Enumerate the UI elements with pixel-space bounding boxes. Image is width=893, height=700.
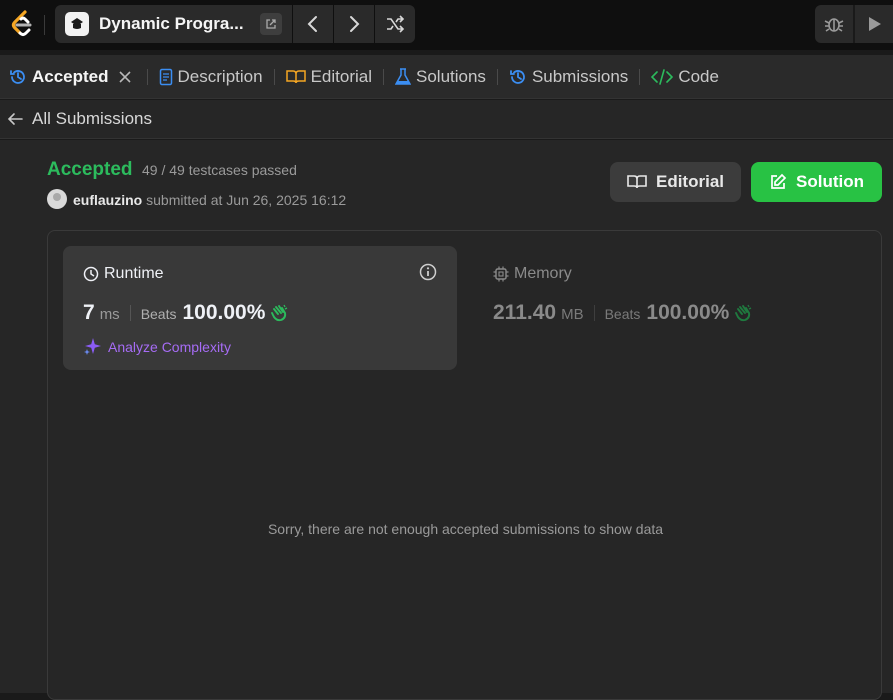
analyze-label: Analyze Complexity xyxy=(108,338,231,355)
divider xyxy=(146,68,148,85)
history-icon xyxy=(10,69,25,84)
submitted-at: submitted at Jun 26, 2025 16:12 xyxy=(146,192,347,208)
book-icon xyxy=(285,69,306,83)
tab-solutions[interactable]: Solutions xyxy=(395,55,486,99)
divider xyxy=(383,68,384,85)
runtime-panel[interactable]: Runtime 7 ms Beats 100.00% Analyze Compl… xyxy=(63,246,457,370)
tab-label: Editorial xyxy=(310,66,372,86)
testcases-passed: 49 / 49 testcases passed xyxy=(142,162,297,178)
divider xyxy=(129,305,131,321)
history-icon xyxy=(510,69,525,84)
solution-button-label: Solution xyxy=(796,172,864,191)
code-icon xyxy=(651,68,674,85)
chevron-left-icon xyxy=(307,16,317,32)
clock-icon xyxy=(83,266,99,282)
debug-icon[interactable] xyxy=(823,14,845,39)
divider xyxy=(639,68,641,85)
problem-selector[interactable]: Dynamic Progra... xyxy=(55,5,292,43)
submission-detail: Accepted 49 / 49 testcases passed euflau… xyxy=(0,140,893,700)
sparkle-icon xyxy=(84,338,101,355)
runtime-title-label: Runtime xyxy=(104,265,164,282)
tab-label: Code xyxy=(678,66,719,86)
leetcode-logo[interactable] xyxy=(8,9,36,39)
tab-label: Submissions xyxy=(531,66,629,86)
all-submissions-link[interactable]: All Submissions xyxy=(0,100,893,139)
arrow-left-icon xyxy=(7,113,23,125)
flask-icon xyxy=(395,67,411,85)
beats-label: Beats xyxy=(140,306,177,322)
tab-editorial[interactable]: Editorial xyxy=(285,55,372,99)
problem-icon xyxy=(65,12,89,36)
open-external-icon[interactable] xyxy=(260,13,282,35)
memory-panel[interactable]: Memory 211.40 MB Beats 100.00% xyxy=(478,246,872,370)
divider xyxy=(593,305,595,321)
divider xyxy=(853,5,855,43)
tab-label: Accepted xyxy=(32,66,109,86)
tab-description[interactable]: Description xyxy=(159,55,263,99)
tab-accepted[interactable]: Accepted xyxy=(9,55,136,99)
empty-distribution-message: Sorry, there are not enough accepted sub… xyxy=(267,521,664,537)
tab-label: Description xyxy=(177,66,263,86)
divider xyxy=(44,15,45,35)
analyze-complexity-link[interactable]: Analyze Complexity xyxy=(83,337,231,356)
tab-label: Solutions xyxy=(416,66,486,86)
submission-status: Accepted xyxy=(47,159,133,180)
edit-icon xyxy=(771,173,787,189)
info-icon[interactable] xyxy=(419,263,437,286)
memory-metric: 211.40 MB Beats 100.00% xyxy=(493,301,753,325)
memory-value: 211.40 xyxy=(493,301,557,324)
book-icon xyxy=(627,175,647,189)
back-label: All Submissions xyxy=(32,109,152,128)
performance-card: Runtime 7 ms Beats 100.00% Analyze Compl… xyxy=(47,230,882,700)
beats-percent: 100.00% xyxy=(182,301,266,324)
beats-label: Beats xyxy=(604,306,641,322)
memory-title: Memory xyxy=(493,265,572,283)
run-controls xyxy=(815,5,893,43)
editorial-button[interactable]: Editorial xyxy=(610,162,741,202)
close-icon[interactable] xyxy=(118,70,131,83)
top-bar: Dynamic Progra... xyxy=(0,0,893,50)
clapping-hands-icon xyxy=(271,304,288,322)
panel-tab-bar: Accepted Description Editorial Solutions… xyxy=(0,55,893,99)
shuffle-icon xyxy=(387,15,405,33)
clapping-hands-icon xyxy=(735,304,752,322)
divider xyxy=(496,68,498,85)
memory-unit: MB xyxy=(561,306,584,323)
submission-meta: euflauzino submitted at Jun 26, 2025 16:… xyxy=(73,192,346,208)
chip-icon xyxy=(493,266,509,282)
document-icon xyxy=(159,68,172,85)
runtime-metric: 7 ms Beats 100.00% xyxy=(83,301,289,325)
next-problem-button[interactable] xyxy=(334,5,374,43)
runtime-value: 7 xyxy=(83,301,95,324)
editorial-button-label: Editorial xyxy=(655,172,724,191)
username[interactable]: euflauzino xyxy=(73,192,142,208)
run-icon[interactable] xyxy=(867,15,883,38)
random-problem-button[interactable] xyxy=(375,5,415,43)
runtime-title: Runtime xyxy=(83,265,164,283)
problem-title[interactable]: Dynamic Progra... xyxy=(99,14,244,34)
chevron-right-icon xyxy=(350,16,360,32)
avatar[interactable] xyxy=(47,189,67,209)
divider xyxy=(273,68,275,85)
solution-button[interactable]: Solution xyxy=(751,162,882,202)
tab-code[interactable]: Code xyxy=(651,55,719,99)
tab-submissions[interactable]: Submissions xyxy=(509,55,628,99)
prev-problem-button[interactable] xyxy=(293,5,333,43)
memory-title-label: Memory xyxy=(514,265,572,282)
runtime-unit: ms xyxy=(99,306,120,323)
beats-percent: 100.00% xyxy=(646,301,730,324)
